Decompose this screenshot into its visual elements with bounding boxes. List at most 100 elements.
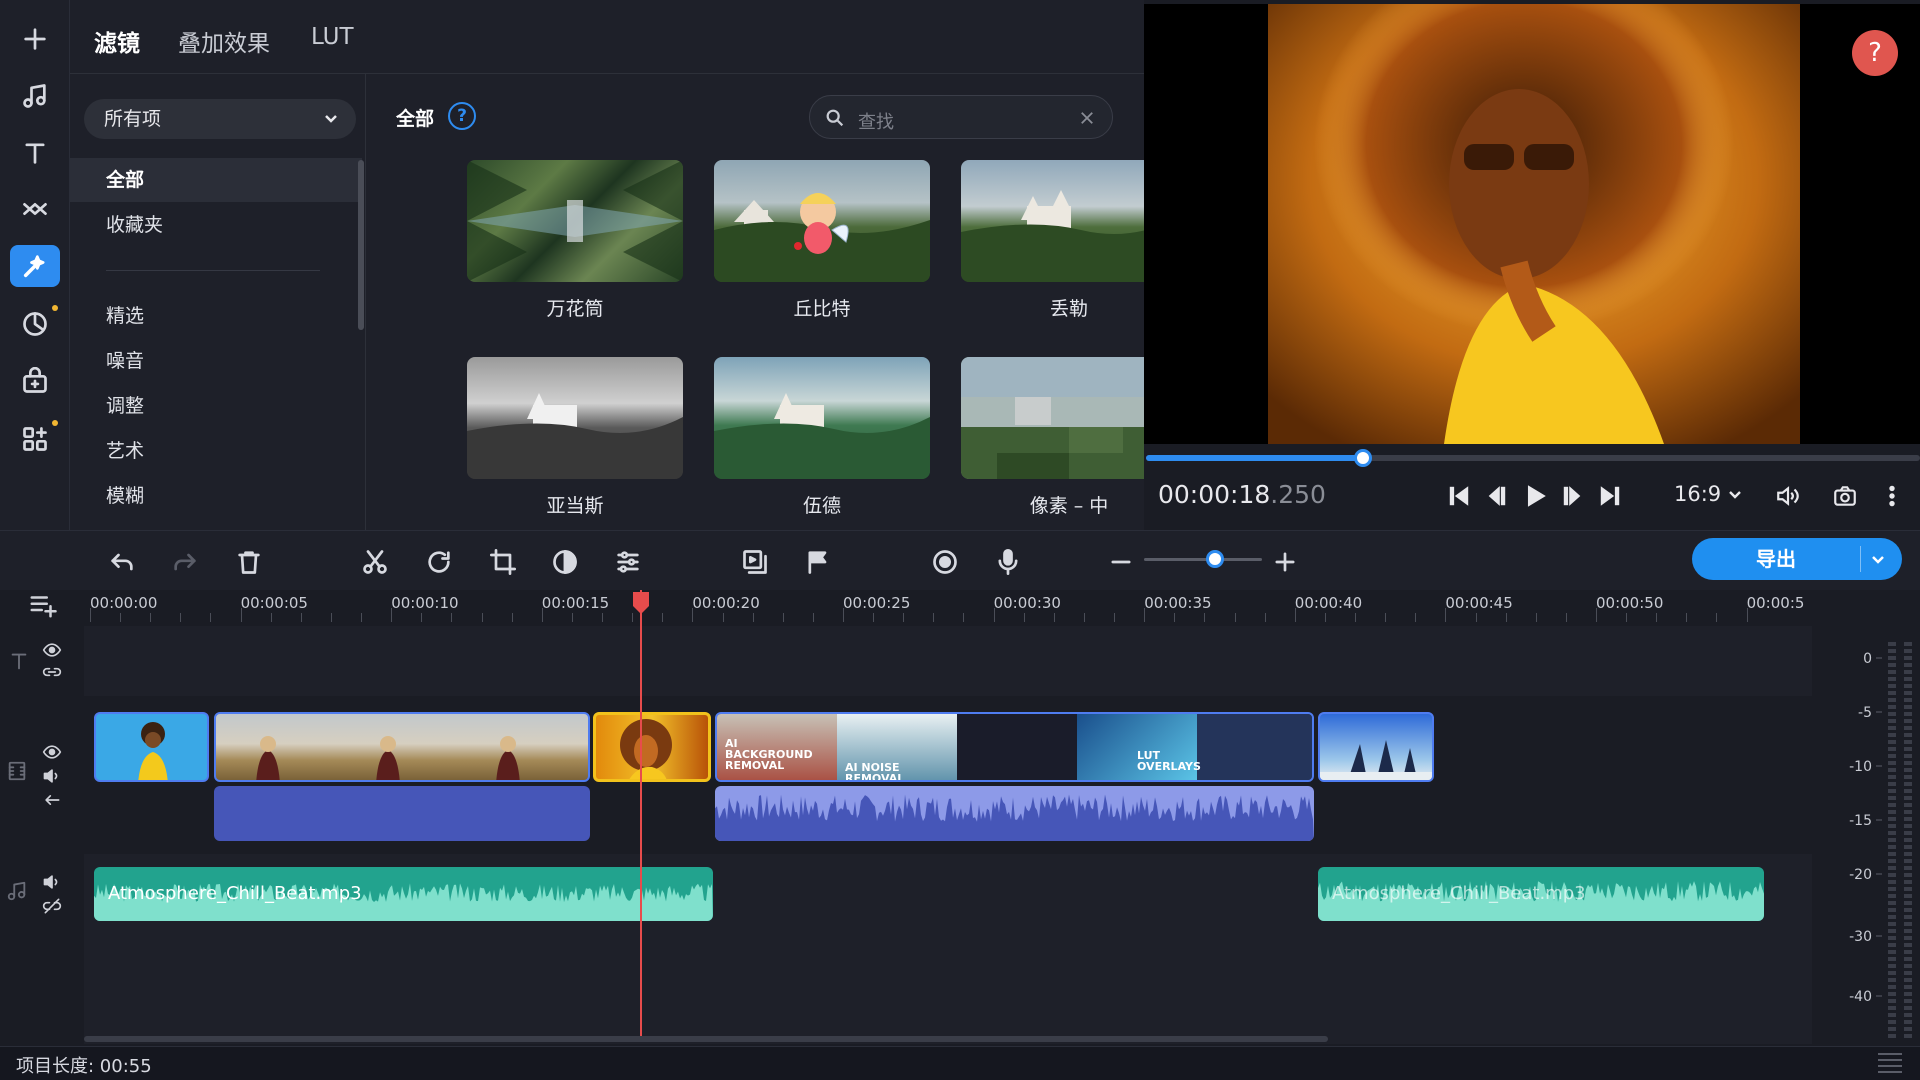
category-item-favorites[interactable]: 收藏夹 <box>70 203 362 247</box>
color-adjust-button[interactable] <box>548 545 582 579</box>
playhead-handle[interactable] <box>632 590 650 616</box>
ruler-tick-label: 00:00:05 <box>240 594 308 612</box>
volume-button[interactable] <box>1772 480 1804 512</box>
ducking-toggle[interactable] <box>42 896 62 920</box>
tab-overlays[interactable]: 叠加效果 <box>178 24 270 58</box>
meter-bars: 0 -5 -10 -15 -20 -30 -40 <box>1849 642 1912 1038</box>
mute-toggle[interactable] <box>42 766 62 790</box>
split-button[interactable] <box>358 545 392 579</box>
record-screen-button[interactable] <box>928 545 962 579</box>
aspect-ratio-value: 16:9 <box>1674 482 1722 506</box>
grip-icon[interactable] <box>1876 1050 1904 1076</box>
export-button[interactable]: 导出 <box>1692 538 1902 580</box>
timeline-ruler[interactable]: 00:00:00 00:00:05 00:00:10 00:00:15 00:00:20… <box>84 590 1812 622</box>
category-item-blur[interactable]: 模糊 <box>70 474 362 518</box>
category-item-noise[interactable]: 噪音 <box>70 339 362 383</box>
flag-icon <box>808 551 827 574</box>
timeline-horizontal-scrollbar[interactable] <box>84 1036 1328 1042</box>
ruler-tick-mark <box>300 613 302 622</box>
speaker-icon <box>43 769 58 783</box>
meter-segment <box>1888 789 1896 793</box>
next-frame-button[interactable] <box>1557 480 1589 512</box>
ruler-tick-mark <box>451 613 453 622</box>
transitions-button[interactable] <box>10 188 60 230</box>
tab-filters[interactable]: 滤镜 <box>94 24 140 58</box>
video-clip[interactable] <box>214 712 590 782</box>
filter-thumb-adams[interactable] <box>467 357 683 479</box>
stickers-icon <box>23 312 47 336</box>
audio-clip[interactable]: Atmosphere_Chill_Beat.mp3 <box>94 867 713 921</box>
rotate-button[interactable] <box>422 545 456 579</box>
zoom-in-button[interactable] <box>1268 545 1302 579</box>
add-media-button[interactable] <box>10 18 60 60</box>
undo-button[interactable] <box>105 545 139 579</box>
filter-label: 丘比特 <box>793 298 851 320</box>
filters-button[interactable] <box>10 245 60 287</box>
left-toolbar <box>0 0 70 530</box>
crop-button[interactable] <box>486 545 520 579</box>
video-clip-selected[interactable] <box>593 712 711 782</box>
zoom-out-button[interactable] <box>1104 545 1138 579</box>
music-button[interactable] <box>10 75 60 117</box>
meter-segment <box>1888 1006 1896 1010</box>
more-options-button[interactable] <box>1876 480 1908 512</box>
category-dropdown[interactable]: 所有项 <box>84 99 356 139</box>
aspect-ratio-dropdown[interactable]: 16:9 <box>1674 482 1742 506</box>
chevron-down-icon[interactable] <box>1870 552 1886 568</box>
meter-segment <box>1904 894 1912 898</box>
category-item-adjust[interactable]: 调整 <box>70 384 362 428</box>
help-button[interactable]: ? <box>1852 30 1898 76</box>
zoom-slider-handle[interactable] <box>1206 550 1224 568</box>
marker-button[interactable] <box>801 545 835 579</box>
video-clip-audio[interactable] <box>214 786 590 841</box>
redo-button[interactable] <box>168 545 202 579</box>
skip-to-start-button[interactable] <box>1443 480 1475 512</box>
video-clip[interactable] <box>1318 712 1434 782</box>
audio-clip[interactable]: Atmosphere_Chill_Beat.mp3 <box>1318 867 1764 921</box>
filter-thumb-kaleidoscope[interactable] <box>467 160 683 282</box>
seek-handle[interactable] <box>1353 449 1372 467</box>
tab-lut[interactable]: LUT <box>311 24 354 50</box>
delete-button[interactable] <box>232 545 266 579</box>
previous-frame-button[interactable] <box>1480 480 1512 512</box>
insert-clip-button[interactable] <box>738 545 772 579</box>
clear-search-icon[interactable] <box>1078 109 1096 127</box>
search-input[interactable]: 查找 <box>809 95 1113 139</box>
visibility-toggle[interactable] <box>42 742 62 766</box>
ruler-tick-mark <box>391 608 393 622</box>
title-track[interactable] <box>84 626 1812 696</box>
voiceover-button[interactable] <box>991 545 1025 579</box>
add-icon <box>24 28 46 50</box>
clip-properties-button[interactable] <box>611 545 645 579</box>
ruler-tick-label: 00:00:10 <box>391 594 459 612</box>
meter-segment <box>1904 768 1912 772</box>
zoom-slider-track[interactable] <box>1144 558 1262 561</box>
filter-thumb-wood[interactable] <box>714 357 930 479</box>
preview-seek-bar[interactable] <box>1146 449 1920 467</box>
play-button[interactable] <box>1519 480 1551 512</box>
detach-audio-toggle[interactable] <box>42 790 62 814</box>
link-toggle[interactable] <box>42 662 62 686</box>
skip-to-end-button[interactable] <box>1594 480 1626 512</box>
store-button[interactable] <box>10 360 60 402</box>
category-item-featured[interactable]: 精选 <box>70 294 362 338</box>
ruler-tick-mark <box>361 613 363 622</box>
snapshot-button[interactable] <box>1829 480 1861 512</box>
titles-button[interactable] <box>10 132 60 174</box>
mute-toggle[interactable] <box>42 872 62 896</box>
video-clip[interactable]: AI BACKGROUND REMOVAL AI NOISE REMOVAL L… <box>715 712 1314 782</box>
meter-segment <box>1888 761 1896 765</box>
add-track-button[interactable] <box>28 590 58 624</box>
arrow-left-icon <box>45 795 60 805</box>
video-clip-audio[interactable] <box>715 786 1314 841</box>
category-scrollbar[interactable] <box>358 160 364 330</box>
filter-thumb-cupid[interactable] <box>714 160 930 282</box>
meter-segment <box>1888 915 1896 919</box>
visibility-toggle[interactable] <box>42 640 62 664</box>
category-item-all[interactable]: 全部 <box>70 158 362 202</box>
ruler-tick-mark <box>120 613 122 622</box>
video-clip[interactable] <box>94 712 209 782</box>
category-item-art[interactable]: 艺术 <box>70 429 362 473</box>
meter-segment <box>1888 733 1896 737</box>
help-icon[interactable]: ? <box>448 102 476 130</box>
